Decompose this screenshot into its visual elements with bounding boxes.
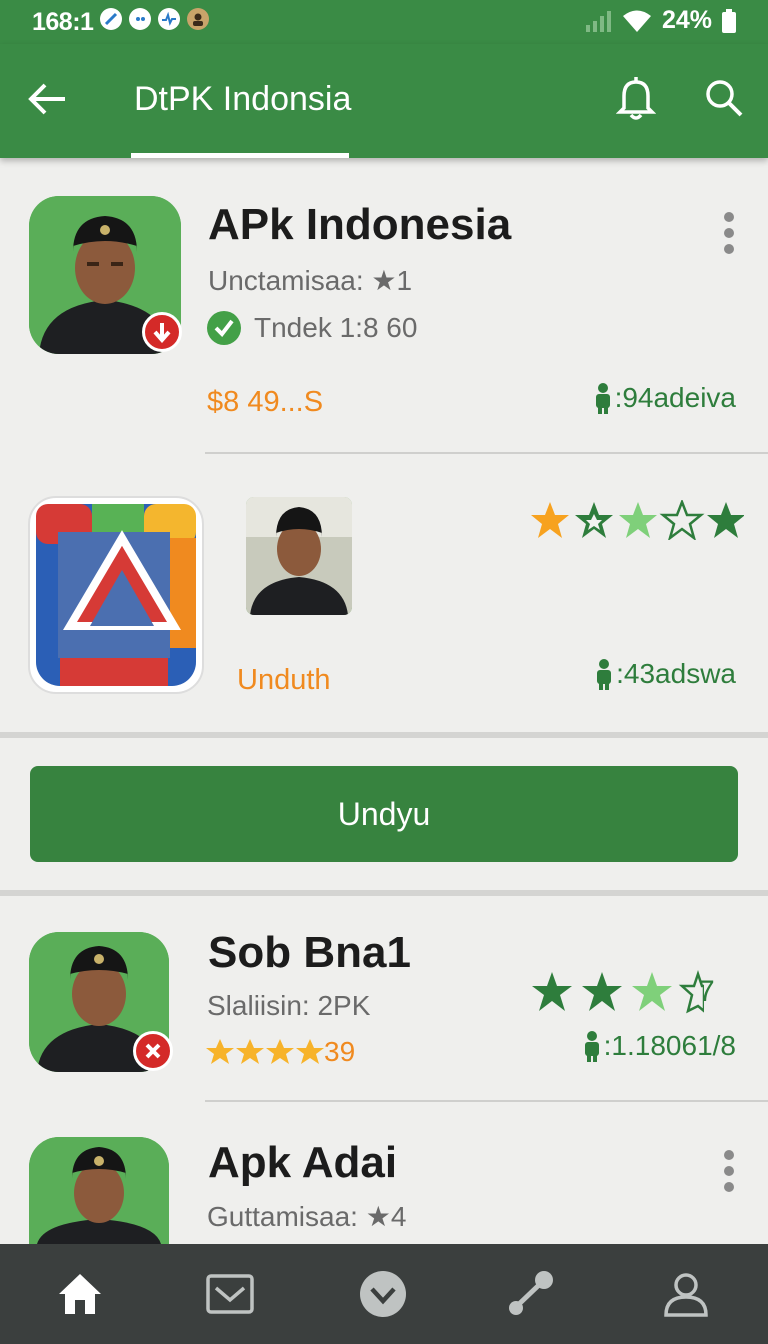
small-star-rating: 39 (206, 1036, 355, 1068)
app-subtitle: Guttamisaa: ★4 (207, 1201, 407, 1232)
download-count-text: :94adeiva (614, 382, 736, 413)
rating-number: 7 (698, 975, 715, 1008)
person-icon (595, 383, 610, 414)
tab-indicator (131, 153, 349, 158)
blue-notification-icon (100, 8, 122, 30)
rating-stars (530, 500, 744, 540)
section-divider (0, 890, 768, 896)
back-arrow-icon[interactable] (24, 76, 70, 122)
app-bar: DtPK Indonsia (0, 44, 768, 158)
message-notification-icon (129, 8, 151, 30)
status-bar: 168:1 24% (0, 0, 768, 44)
app-price: $8 49...S (207, 386, 324, 418)
more-options-icon[interactable] (723, 212, 735, 254)
app-title[interactable]: APk Indonesia (208, 200, 511, 250)
download-badge-icon (142, 312, 182, 352)
download-label[interactable]: Unduth (237, 664, 331, 697)
activity-notification-icon (158, 8, 180, 30)
download-count-text: :1.18061/8 (603, 1030, 736, 1061)
download-count-text: :43adswa (616, 658, 736, 689)
nav-download-icon[interactable] (333, 1244, 433, 1344)
more-options-icon[interactable] (723, 1150, 735, 1192)
battery-icon (722, 8, 736, 33)
nav-inbox-icon[interactable] (180, 1244, 280, 1344)
app-subtitle: Unctamisaa: ★1 (208, 265, 413, 296)
status-time: 168:1 (32, 8, 94, 36)
battery-level: 24% (661, 6, 712, 34)
nav-share-icon[interactable] (480, 1244, 580, 1344)
app-title[interactable]: Sob Bna1 (208, 928, 411, 978)
download-count: :43adswa (594, 658, 736, 690)
page-title: DtPK Indonsia (134, 80, 352, 118)
section-divider (0, 732, 768, 738)
signal-icon (585, 10, 611, 32)
nav-profile-icon[interactable] (636, 1244, 736, 1344)
app-screenshot[interactable] (246, 497, 352, 615)
download-count: :94adeiva (593, 382, 736, 414)
download-button[interactable]: Undyu (30, 766, 738, 862)
verified-text: Tndek 1:8 60 (254, 312, 418, 343)
bottom-navigation (0, 1244, 768, 1344)
small-stars-icon (206, 1039, 324, 1064)
nav-home-icon[interactable] (30, 1244, 130, 1344)
divider (205, 1100, 768, 1102)
status-right: 24% (585, 6, 736, 35)
bell-icon[interactable] (612, 74, 660, 122)
person-icon (597, 659, 612, 690)
rating-stars: 7 (530, 970, 715, 1014)
divider (205, 452, 768, 454)
app-logo-icon[interactable] (28, 496, 204, 694)
verified-check-icon (207, 311, 241, 345)
stars-count: 39 (324, 1036, 356, 1067)
avatar-notification-icon (187, 8, 209, 30)
remove-badge-icon (133, 1031, 173, 1071)
person-icon (584, 1031, 599, 1062)
wifi-icon (622, 10, 651, 32)
download-count: :1.18061/8 (582, 1030, 736, 1062)
app-avatar[interactable] (29, 1137, 169, 1244)
app-title[interactable]: Apk Adai (208, 1138, 397, 1188)
notification-icons (100, 8, 209, 30)
search-icon[interactable] (700, 74, 748, 122)
app-subtitle: Slaliisin: 2PK (207, 990, 371, 1021)
